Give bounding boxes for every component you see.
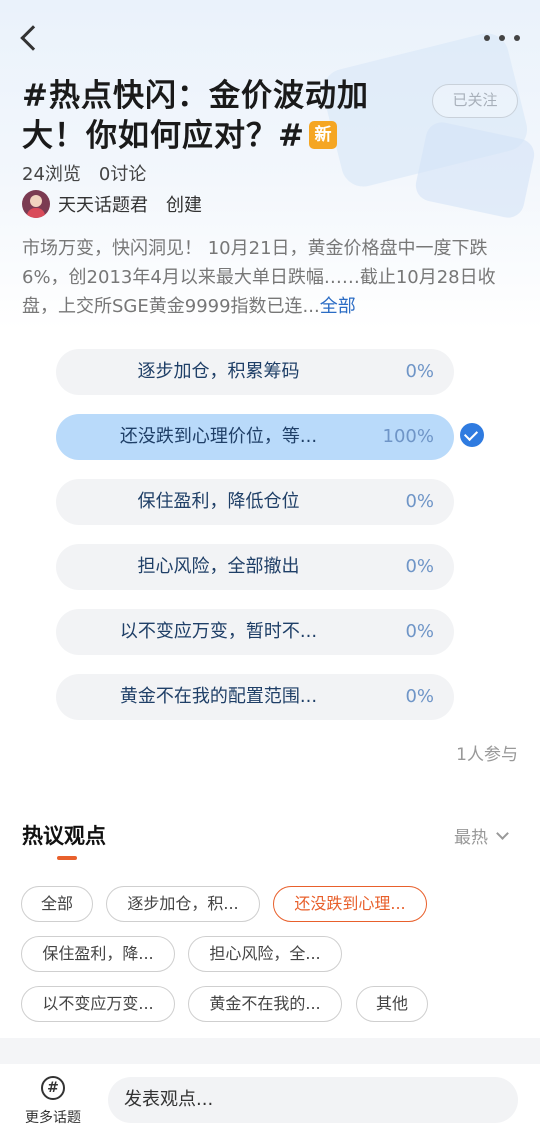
chevron-down-icon	[496, 826, 509, 840]
comment-input[interactable]: 发表观点...	[108, 1077, 518, 1123]
poll-option-percent: 0%	[405, 556, 434, 577]
poll-option[interactable]: 以不变应万变，暂时不... 0%	[56, 609, 454, 655]
follow-button[interactable]: 已关注	[432, 84, 518, 118]
poll-option-percent: 100%	[382, 426, 434, 447]
creator-name[interactable]: 天天话题君	[58, 191, 148, 217]
sort-dropdown[interactable]: 最热	[454, 823, 509, 848]
poll-option-label: 黄金不在我的配置范围...	[119, 686, 318, 707]
check-icon	[460, 423, 484, 447]
views-count: 24浏览	[22, 164, 81, 185]
creator-action: 创建	[166, 195, 202, 216]
new-badge: 新	[308, 120, 337, 149]
hashtag-icon: #	[41, 1076, 65, 1100]
avatar[interactable]	[22, 190, 50, 218]
filter-chip-active[interactable]: 还没跌到心理...	[273, 886, 427, 922]
poll-option-label: 还没跌到心理价位，等...	[119, 426, 318, 447]
hot-opinions-title: 热议观点	[22, 824, 106, 848]
more-options-icon[interactable]	[484, 28, 520, 48]
filter-chip-other[interactable]: 其他	[356, 986, 428, 1022]
poll-option-percent: 0%	[405, 686, 434, 707]
expand-description-link[interactable]: 全部	[320, 296, 356, 317]
sort-label: 最热	[454, 828, 488, 848]
topic-page: #热点快闪：金价波动加大！你如何应对？# 新 已关注 24浏览 0讨论 天天话题君…	[0, 0, 540, 1138]
more-topics-label: 更多话题	[25, 1110, 81, 1126]
poll-option-label: 逐步加仓，积累筹码	[137, 361, 300, 382]
creator-info[interactable]: 天天话题君 创建	[22, 189, 202, 219]
more-topics-button[interactable]: # 更多话题	[18, 1076, 88, 1128]
filter-chip[interactable]: 黄金不在我的...	[188, 986, 342, 1022]
participants-count: 1人参与	[456, 745, 518, 765]
poll-option[interactable]: 担心风险，全部撤出 0%	[56, 544, 454, 590]
section-divider	[0, 1038, 540, 1064]
discussions-count: 0讨论	[98, 164, 147, 185]
description-text: 市场万变，快闪洞见！ 10月21日，黄金价格盘中一度下跌6%，创2013年4月以…	[22, 238, 496, 317]
poll-option-percent: 0%	[405, 491, 434, 512]
poll-option-percent: 0%	[405, 621, 434, 642]
filter-chip[interactable]: 担心风险，全...	[188, 936, 342, 972]
filter-chip[interactable]: 保住盈利，降...	[21, 936, 175, 972]
back-icon[interactable]	[14, 22, 44, 54]
poll-option-label: 保住盈利，降低仓位	[137, 491, 300, 512]
topic-description: 市场万变，快闪洞见！ 10月21日，黄金价格盘中一度下跌6%，创2013年4月以…	[22, 234, 522, 321]
section-underline	[57, 856, 77, 860]
poll-option[interactable]: 黄金不在我的配置范围... 0%	[56, 674, 454, 720]
filter-chip[interactable]: 逐步加仓，积...	[106, 886, 260, 922]
poll-option[interactable]: 逐步加仓，积累筹码 0%	[56, 349, 454, 395]
poll-option-label: 以不变应万变，暂时不...	[119, 621, 318, 642]
topic-stats: 24浏览 0讨论	[22, 160, 146, 186]
poll-option-label: 担心风险，全部撤出	[137, 556, 300, 577]
filter-chip-all[interactable]: 全部	[21, 886, 93, 922]
topic-title: #热点快闪：金价波动加大！你如何应对？# 新	[22, 76, 402, 156]
poll-option[interactable]: 保住盈利，降低仓位 0%	[56, 479, 454, 525]
filter-chip[interactable]: 以不变应万变...	[21, 986, 175, 1022]
poll-option-selected[interactable]: 还没跌到心理价位，等... 100%	[56, 414, 454, 460]
poll-option-percent: 0%	[405, 361, 434, 382]
bottom-bar: # 更多话题 发表观点...	[0, 1064, 540, 1138]
